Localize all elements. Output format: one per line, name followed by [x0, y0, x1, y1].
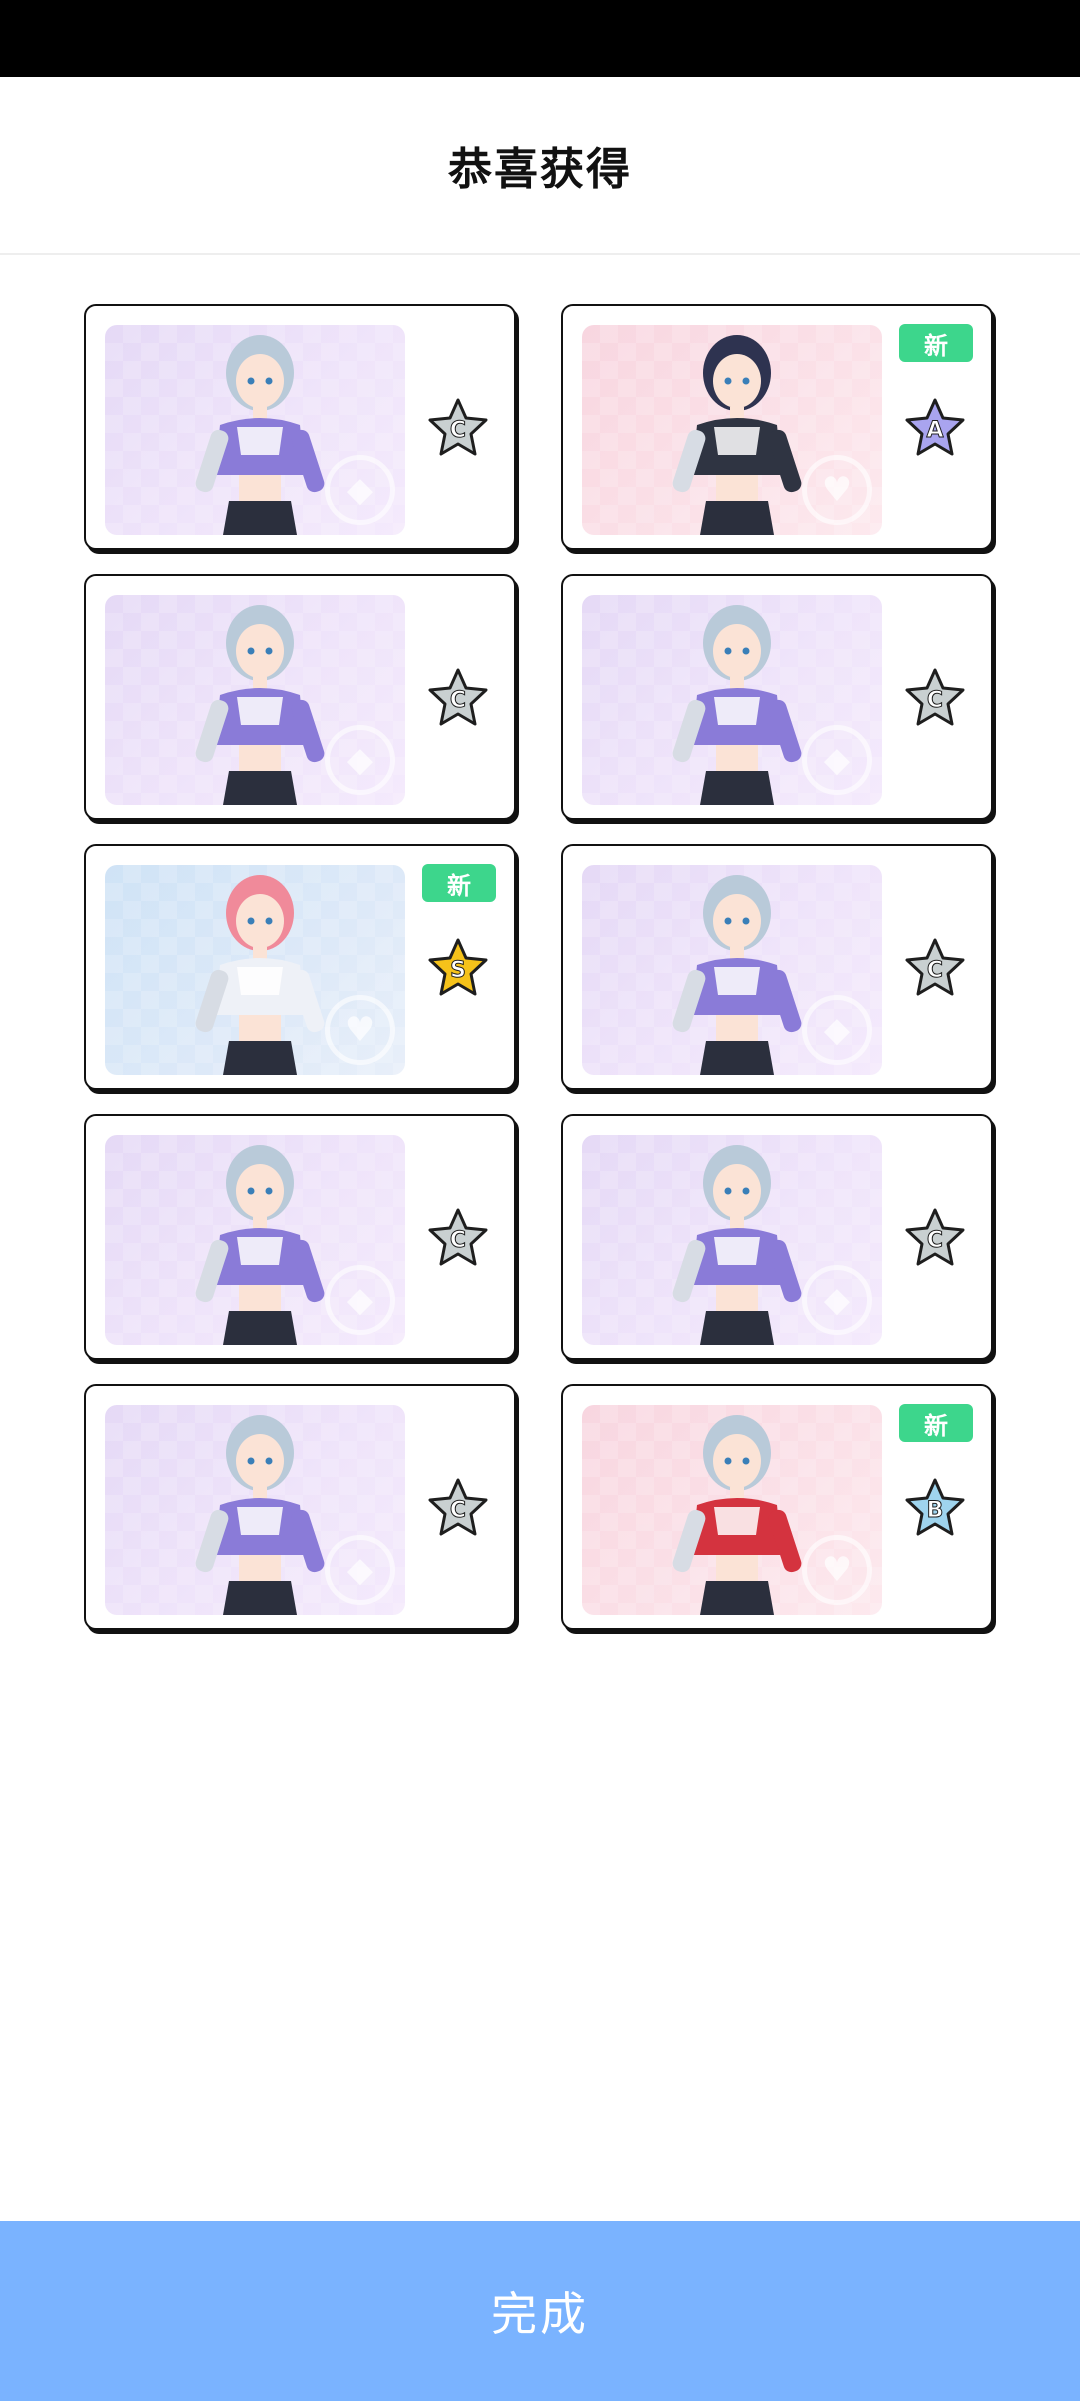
- outfit-thumbnail: ◆: [105, 595, 405, 805]
- outfit-thumbnail: ◆: [105, 1135, 405, 1345]
- reward-card[interactable]: ◆ C: [561, 1114, 993, 1360]
- rarity-label: C: [927, 958, 943, 983]
- outfit-thumbnail: ◆: [582, 1135, 882, 1345]
- reward-card[interactable]: ◆ C: [84, 304, 516, 550]
- character-figure: [195, 1145, 325, 1345]
- rarity-star-icon: C: [905, 668, 965, 726]
- diamond-icon: ◆: [802, 1265, 872, 1335]
- rarity-star-icon: C: [428, 398, 488, 456]
- rarity-label: C: [927, 1228, 943, 1253]
- diamond-icon: ◆: [802, 995, 872, 1065]
- rarity-label: S: [450, 958, 466, 983]
- outfit-thumbnail: ♥: [105, 865, 405, 1075]
- diamond-icon: ◆: [325, 1535, 395, 1605]
- rarity-star-icon: C: [428, 1208, 488, 1266]
- reward-grid: ◆ C ♥ 新 A ◆ C ◆ C ♥ 新 S ◆ C ◆ C ◆ C ◆ C ♥ 新 B: [0, 0, 1080, 2401]
- rarity-star-icon: C: [428, 668, 488, 726]
- rarity-label: C: [450, 688, 466, 713]
- rarity-label: C: [450, 1498, 466, 1523]
- outfit-thumbnail: ♥: [582, 1405, 882, 1615]
- character-figure: [195, 875, 325, 1075]
- heart-icon: ♥: [325, 995, 395, 1065]
- reward-card[interactable]: ◆ C: [561, 844, 993, 1090]
- rarity-star-icon: S: [428, 938, 488, 996]
- new-badge: 新: [899, 1404, 973, 1442]
- rarity-star-icon: C: [905, 1208, 965, 1266]
- character-figure: [195, 335, 325, 535]
- diamond-icon: ◆: [325, 455, 395, 525]
- rarity-star-icon: C: [428, 1478, 488, 1536]
- rarity-label: A: [926, 418, 943, 443]
- outfit-thumbnail: ◆: [582, 865, 882, 1075]
- rarity-label: C: [927, 688, 943, 713]
- outfit-thumbnail: ◆: [105, 1405, 405, 1615]
- outfit-thumbnail: ◆: [105, 325, 405, 535]
- character-figure: [672, 605, 802, 805]
- character-figure: [195, 1415, 325, 1615]
- reward-card[interactable]: ◆ C: [84, 1384, 516, 1630]
- reward-card[interactable]: ♥ 新 A: [561, 304, 993, 550]
- rarity-star-icon: A: [905, 398, 965, 456]
- rarity-star-icon: B: [905, 1478, 965, 1536]
- character-figure: [195, 605, 325, 805]
- reward-card[interactable]: ◆ C: [561, 574, 993, 820]
- outfit-thumbnail: ◆: [582, 595, 882, 805]
- done-button-label: 完成: [491, 2288, 589, 2340]
- rarity-label: B: [927, 1498, 944, 1523]
- character-figure: [672, 335, 802, 535]
- done-button[interactable]: 完成: [0, 2221, 1080, 2401]
- outfit-thumbnail: ♥: [582, 325, 882, 535]
- character-figure: [672, 1145, 802, 1345]
- rarity-star-icon: C: [905, 938, 965, 996]
- character-figure: [672, 875, 802, 1075]
- reward-card[interactable]: ♥ 新 B: [561, 1384, 993, 1630]
- heart-icon: ♥: [802, 1535, 872, 1605]
- diamond-icon: ◆: [802, 725, 872, 795]
- reward-card[interactable]: ♥ 新 S: [84, 844, 516, 1090]
- rarity-label: C: [450, 1228, 466, 1253]
- rarity-label: C: [450, 418, 466, 443]
- new-badge: 新: [899, 324, 973, 362]
- character-figure: [672, 1415, 802, 1615]
- diamond-icon: ◆: [325, 725, 395, 795]
- reward-card[interactable]: ◆ C: [84, 574, 516, 820]
- reward-card[interactable]: ◆ C: [84, 1114, 516, 1360]
- diamond-icon: ◆: [325, 1265, 395, 1335]
- new-badge: 新: [422, 864, 496, 902]
- heart-icon: ♥: [802, 455, 872, 525]
